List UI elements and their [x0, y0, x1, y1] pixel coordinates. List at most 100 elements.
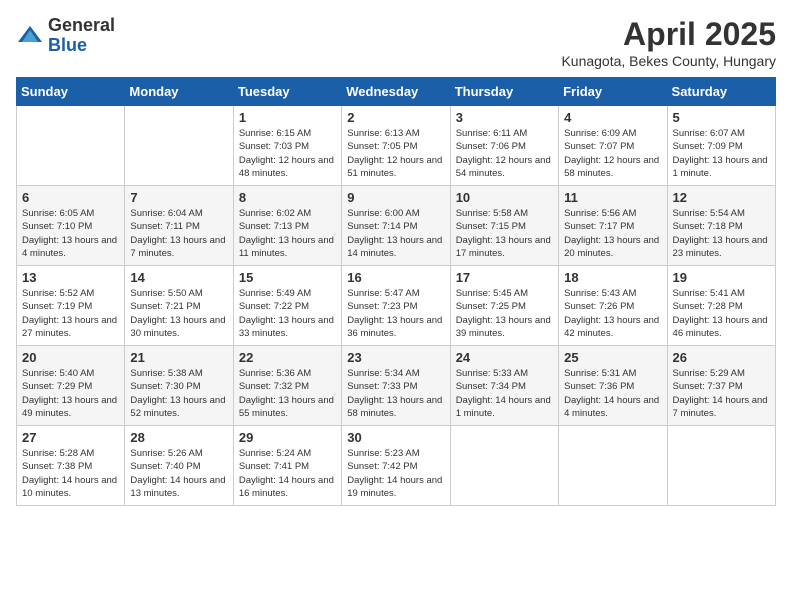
calendar-day-cell: 25 Sunrise: 5:31 AM Sunset: 7:36 PM Dayli…	[559, 346, 667, 426]
calendar-day-cell: 17 Sunrise: 5:45 AM Sunset: 7:25 PM Dayli…	[450, 266, 558, 346]
day-info: Sunrise: 6:00 AM Sunset: 7:14 PM Dayligh…	[347, 207, 444, 260]
calendar-day-cell: 18Sunrise: 5:43 AM Sunset: 7:26 PM Dayli…	[559, 266, 667, 346]
weekday-header-row: SundayMondayTuesdayWednesdayThursdayFrid…	[17, 78, 776, 106]
calendar-day-cell: 30 Sunrise: 5:23 AM Sunset: 7:42 PM Dayli…	[342, 426, 450, 506]
logo-text: General Blue	[48, 16, 115, 56]
weekday-header-cell: Thursday	[450, 78, 558, 106]
day-info: Sunrise: 5:28 AM Sunset: 7:38 PM Dayligh…	[22, 447, 119, 500]
day-number: 6	[22, 190, 119, 205]
day-number: 26	[673, 350, 770, 365]
logo-icon	[16, 22, 44, 50]
day-number: 20	[22, 350, 119, 365]
day-number: 14	[130, 270, 227, 285]
day-info: Sunrise: 5:24 AM Sunset: 7:41 PM Dayligh…	[239, 447, 336, 500]
calendar-day-cell: 29 Sunrise: 5:24 AM Sunset: 7:41 PM Dayli…	[233, 426, 341, 506]
weekday-header-cell: Monday	[125, 78, 233, 106]
calendar-day-cell: 12 Sunrise: 5:54 AM Sunset: 7:18 PM Dayli…	[667, 186, 775, 266]
calendar-day-cell: 3 Sunrise: 6:11 AM Sunset: 7:06 PM Daylig…	[450, 106, 558, 186]
weekday-header-cell: Wednesday	[342, 78, 450, 106]
day-info: Sunrise: 6:04 AM Sunset: 7:11 PM Dayligh…	[130, 207, 227, 260]
title-block: April 2025 Kunagota, Bekes County, Hunga…	[561, 16, 776, 69]
calendar-table: SundayMondayTuesdayWednesdayThursdayFrid…	[16, 77, 776, 506]
day-number: 27	[22, 430, 119, 445]
day-info: Sunrise: 5:49 AM Sunset: 7:22 PM Dayligh…	[239, 287, 336, 340]
day-number: 15	[239, 270, 336, 285]
calendar-day-cell: 23 Sunrise: 5:34 AM Sunset: 7:33 PM Dayli…	[342, 346, 450, 426]
day-number: 9	[347, 190, 444, 205]
day-number: 11	[564, 190, 661, 205]
day-number: 19	[673, 270, 770, 285]
calendar-week-row: 13 Sunrise: 5:52 AM Sunset: 7:19 PM Dayli…	[17, 266, 776, 346]
weekday-header-cell: Tuesday	[233, 78, 341, 106]
day-info: Sunrise: 5:52 AM Sunset: 7:19 PM Dayligh…	[22, 287, 119, 340]
day-number: 22	[239, 350, 336, 365]
calendar-day-cell	[125, 106, 233, 186]
day-number: 28	[130, 430, 227, 445]
calendar-day-cell: 6 Sunrise: 6:05 AM Sunset: 7:10 PM Daylig…	[17, 186, 125, 266]
calendar-day-cell: 19 Sunrise: 5:41 AM Sunset: 7:28 PM Dayli…	[667, 266, 775, 346]
day-number: 1	[239, 110, 336, 125]
day-info: Sunrise: 5:38 AM Sunset: 7:30 PM Dayligh…	[130, 367, 227, 420]
calendar-day-cell: 20 Sunrise: 5:40 AM Sunset: 7:29 PM Dayli…	[17, 346, 125, 426]
page-header: General Blue April 2025 Kunagota, Bekes …	[16, 16, 776, 69]
day-info: Sunrise: 5:58 AM Sunset: 7:15 PM Dayligh…	[456, 207, 553, 260]
day-number: 23	[347, 350, 444, 365]
day-info: Sunrise: 6:13 AM Sunset: 7:05 PM Dayligh…	[347, 127, 444, 180]
calendar-day-cell: 1 Sunrise: 6:15 AM Sunset: 7:03 PM Daylig…	[233, 106, 341, 186]
day-info: Sunrise: 5:47 AM Sunset: 7:23 PM Dayligh…	[347, 287, 444, 340]
day-info: Sunrise: 6:05 AM Sunset: 7:10 PM Dayligh…	[22, 207, 119, 260]
calendar-week-row: 6 Sunrise: 6:05 AM Sunset: 7:10 PM Daylig…	[17, 186, 776, 266]
calendar-day-cell: 11 Sunrise: 5:56 AM Sunset: 7:17 PM Dayli…	[559, 186, 667, 266]
day-info: Sunrise: 5:34 AM Sunset: 7:33 PM Dayligh…	[347, 367, 444, 420]
weekday-header-cell: Saturday	[667, 78, 775, 106]
calendar-day-cell	[450, 426, 558, 506]
day-number: 5	[673, 110, 770, 125]
calendar-day-cell: 21 Sunrise: 5:38 AM Sunset: 7:30 PM Dayli…	[125, 346, 233, 426]
day-number: 30	[347, 430, 444, 445]
day-info: Sunrise: 5:50 AM Sunset: 7:21 PM Dayligh…	[130, 287, 227, 340]
day-number: 25	[564, 350, 661, 365]
day-number: 4	[564, 110, 661, 125]
day-info: Sunrise: 6:11 AM Sunset: 7:06 PM Dayligh…	[456, 127, 553, 180]
day-info: Sunrise: 6:07 AM Sunset: 7:09 PM Dayligh…	[673, 127, 770, 180]
calendar-day-cell: 9 Sunrise: 6:00 AM Sunset: 7:14 PM Daylig…	[342, 186, 450, 266]
logo-general: General	[48, 16, 115, 36]
day-info: Sunrise: 6:15 AM Sunset: 7:03 PM Dayligh…	[239, 127, 336, 180]
calendar-day-cell: 27 Sunrise: 5:28 AM Sunset: 7:38 PM Dayli…	[17, 426, 125, 506]
day-number: 13	[22, 270, 119, 285]
calendar-week-row: 1 Sunrise: 6:15 AM Sunset: 7:03 PM Daylig…	[17, 106, 776, 186]
day-number: 7	[130, 190, 227, 205]
day-number: 12	[673, 190, 770, 205]
day-number: 17	[456, 270, 553, 285]
calendar-week-row: 27 Sunrise: 5:28 AM Sunset: 7:38 PM Dayli…	[17, 426, 776, 506]
day-number: 10	[456, 190, 553, 205]
calendar-day-cell: 26 Sunrise: 5:29 AM Sunset: 7:37 PM Dayli…	[667, 346, 775, 426]
day-number: 18	[564, 270, 661, 285]
day-info: Sunrise: 5:29 AM Sunset: 7:37 PM Dayligh…	[673, 367, 770, 420]
calendar-day-cell	[17, 106, 125, 186]
day-info: Sunrise: 5:54 AM Sunset: 7:18 PM Dayligh…	[673, 207, 770, 260]
day-info: Sunrise: 5:33 AM Sunset: 7:34 PM Dayligh…	[456, 367, 553, 420]
calendar-day-cell: 22 Sunrise: 5:36 AM Sunset: 7:32 PM Dayli…	[233, 346, 341, 426]
calendar-body: 1 Sunrise: 6:15 AM Sunset: 7:03 PM Daylig…	[17, 106, 776, 506]
logo: General Blue	[16, 16, 115, 56]
calendar-day-cell: 15 Sunrise: 5:49 AM Sunset: 7:22 PM Dayli…	[233, 266, 341, 346]
day-info: Sunrise: 5:26 AM Sunset: 7:40 PM Dayligh…	[130, 447, 227, 500]
weekday-header-cell: Friday	[559, 78, 667, 106]
day-info: Sunrise: 5:41 AM Sunset: 7:28 PM Dayligh…	[673, 287, 770, 340]
day-info: Sunrise: 5:40 AM Sunset: 7:29 PM Dayligh…	[22, 367, 119, 420]
day-number: 16	[347, 270, 444, 285]
day-info: Sunrise: 5:45 AM Sunset: 7:25 PM Dayligh…	[456, 287, 553, 340]
calendar-day-cell: 5 Sunrise: 6:07 AM Sunset: 7:09 PM Daylig…	[667, 106, 775, 186]
calendar-day-cell: 7 Sunrise: 6:04 AM Sunset: 7:11 PM Daylig…	[125, 186, 233, 266]
day-info: Sunrise: 5:31 AM Sunset: 7:36 PM Dayligh…	[564, 367, 661, 420]
day-info: Sunrise: 5:56 AM Sunset: 7:17 PM Dayligh…	[564, 207, 661, 260]
calendar-day-cell: 4Sunrise: 6:09 AM Sunset: 7:07 PM Daylig…	[559, 106, 667, 186]
day-number: 21	[130, 350, 227, 365]
location-title: Kunagota, Bekes County, Hungary	[561, 53, 776, 69]
weekday-header-cell: Sunday	[17, 78, 125, 106]
day-number: 29	[239, 430, 336, 445]
day-info: Sunrise: 5:23 AM Sunset: 7:42 PM Dayligh…	[347, 447, 444, 500]
day-info: Sunrise: 5:36 AM Sunset: 7:32 PM Dayligh…	[239, 367, 336, 420]
day-number: 3	[456, 110, 553, 125]
